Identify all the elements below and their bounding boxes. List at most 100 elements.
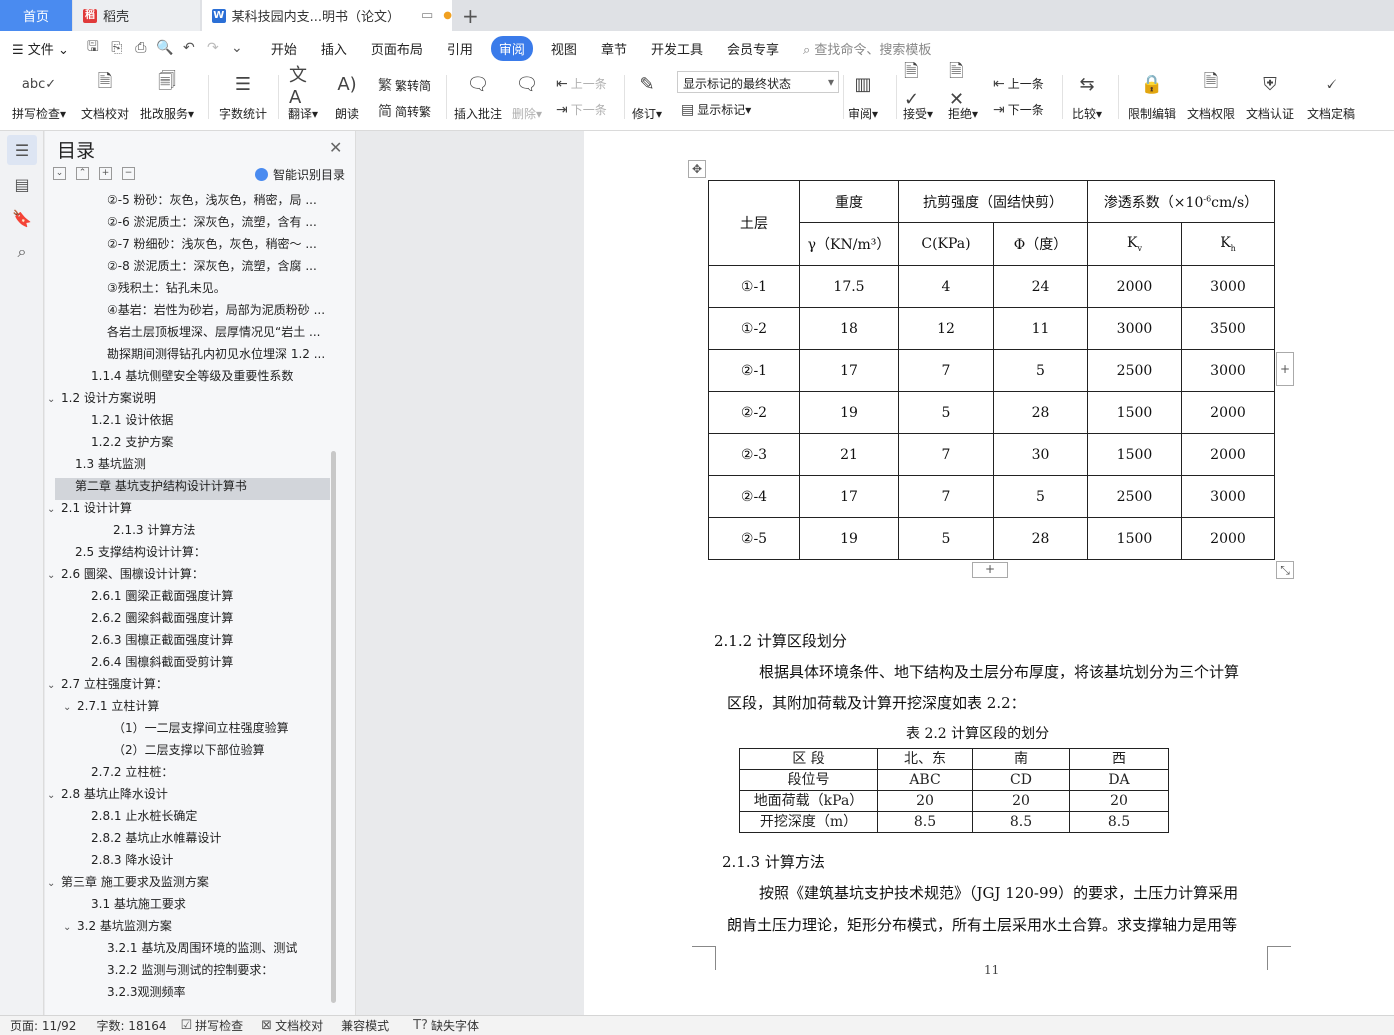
remove-level-icon[interactable]: − [122, 167, 135, 180]
translate-button[interactable]: 文A 翻译▾ [288, 65, 318, 122]
toc-item[interactable]: （1）一二层支撑间立柱强度验算 [113, 718, 289, 739]
toc-item[interactable]: 3.2.3观测频率 [107, 982, 186, 1003]
command-search[interactable]: ⌕ 查找命令、搜索模板 [803, 39, 931, 58]
close-icon[interactable]: ✕ [329, 138, 342, 157]
table-cell[interactable]: 2500 [1087, 349, 1182, 392]
compare-button[interactable]: ⇆ 比较▾ [1072, 69, 1102, 122]
table-cell[interactable]: ABC [877, 769, 973, 791]
doc-rights-button[interactable]: 🗎 文档权限 [1187, 69, 1235, 122]
toc-item[interactable]: 2.5 支撑结构设计计算： [75, 542, 206, 563]
toc-item[interactable]: ④基岩：岩性为砂岩，局部为泥质粉砂 ... [107, 300, 325, 321]
table-cell[interactable]: 南 [972, 748, 1070, 770]
toc-item[interactable]: 第二章 基坑支护结构设计计算书 [75, 476, 247, 497]
chevron-down-icon[interactable]: ⌄ [47, 785, 61, 805]
page-indicator[interactable]: 页面: 11/92 [10, 1017, 76, 1034]
undo-icon[interactable]: ↶ [177, 40, 201, 56]
toc-item[interactable]: 2.8.2 基坑止水帷幕设计 [91, 828, 221, 849]
table-cell[interactable]: 5 [993, 349, 1088, 392]
new-tab-button[interactable]: + [462, 4, 479, 28]
chevron-down-icon[interactable]: ⌄ [63, 697, 77, 717]
next-change-button[interactable]: ⇥ 下一条 [993, 101, 1044, 118]
toc-item[interactable]: ⌄ 2.1 设计计算 [47, 498, 132, 519]
toc-item[interactable]: ⌄ 2.6 圜梁、围檩设计计算： [47, 564, 204, 585]
table-cell[interactable]: 11 [993, 307, 1088, 350]
table-cell[interactable]: 3000 [1181, 475, 1275, 518]
table-cell[interactable]: 北、东 [877, 748, 973, 770]
table-cell[interactable]: 20 [972, 790, 1070, 812]
table-cell[interactable]: 3000 [1087, 307, 1182, 350]
tab-document[interactable]: W 某科技园内支...明书（论文） ▭ ● [202, 0, 452, 31]
table-cell[interactable]: 1500 [1087, 391, 1182, 434]
menu-insert[interactable]: 插入 [309, 39, 359, 58]
table-cell[interactable]: 24 [993, 265, 1088, 308]
table-cell[interactable]: ②-1 [708, 349, 800, 392]
table-cell[interactable]: 5 [898, 517, 994, 560]
toc-item[interactable]: 各岩土层顶板埋深、层厚情况见“岩土 ... [107, 322, 320, 343]
toc-item[interactable]: ⌄ 第三章 施工要求及监测方案 [47, 872, 209, 893]
toc-item[interactable]: ②-6 淤泥质土：深灰色，流塑，含有 ... [107, 212, 317, 233]
table-cell[interactable]: 30 [993, 433, 1088, 476]
table-cell[interactable]: 西 [1069, 748, 1169, 770]
table-cell[interactable]: 19 [799, 391, 899, 434]
menu-view[interactable]: 视图 [539, 39, 589, 58]
table-cell[interactable]: 2000 [1181, 391, 1275, 434]
toc-item[interactable]: 1.1.4 基坑侧壁安全等级及重要性系数 [91, 366, 293, 387]
review-pane-button[interactable]: ▥ 审阅▾ [848, 69, 878, 122]
table-cell[interactable]: ②-5 [708, 517, 800, 560]
accept-button[interactable]: 🗎✓ 接受▾ [903, 61, 933, 122]
table-cell[interactable]: 2000 [1181, 433, 1275, 476]
table-cell[interactable]: 8.5 [972, 811, 1070, 833]
save-icon[interactable]: 🖫 [81, 36, 105, 60]
menu-review[interactable]: 审阅 [490, 35, 533, 61]
toc-item[interactable]: 3.2.1 基坑及周围环境的监测、测试 [107, 938, 297, 959]
table-cell[interactable]: 1500 [1087, 517, 1182, 560]
table-cell[interactable]: 段位号 [739, 769, 878, 791]
missing-font-button[interactable]: T? 缺失字体 [413, 1017, 479, 1034]
chevron-down-icon[interactable]: ⌄ [47, 499, 61, 519]
simp-to-trad-button[interactable]: 简简转繁 [378, 101, 431, 121]
toc-item[interactable]: ③残积土：钻孔未见。 [107, 278, 226, 299]
table-cell[interactable]: 地面荷载（kPa） [739, 790, 878, 812]
table-cell[interactable]: 17.5 [799, 265, 899, 308]
toc-item[interactable]: （2）二层支撑以下部位验算 [113, 740, 265, 761]
revise-button[interactable]: ✎ 修订▾ [632, 69, 662, 122]
bookmark-icon[interactable]: 🔖 [7, 203, 37, 233]
menu-references[interactable]: 引用 [435, 39, 485, 58]
print-icon[interactable]: ⎙ [129, 40, 153, 56]
resize-table-icon[interactable]: ⤡ [1276, 561, 1294, 579]
table-cell[interactable]: CD [972, 769, 1070, 791]
status-doc-proof[interactable]: ⊠ 文档校对 [261, 1017, 323, 1034]
toc-item[interactable]: 2.8.1 止水桩长确定 [91, 806, 197, 827]
table-cell[interactable]: 2000 [1181, 517, 1275, 560]
toc-scrollbar[interactable] [331, 451, 336, 1003]
chevron-down-icon[interactable]: ⌄ [63, 917, 77, 937]
table-cell[interactable]: ①-1 [708, 265, 800, 308]
table-cell[interactable]: 7 [898, 433, 994, 476]
menu-member[interactable]: 会员专享 [715, 39, 791, 58]
reject-button[interactable]: 🗎✕ 拒绝▾ [948, 61, 978, 122]
toc-item[interactable]: ⌄ 1.2 设计方案说明 [47, 388, 156, 409]
table-cell[interactable]: 8.5 [877, 811, 973, 833]
toc-item[interactable]: 1.2.1 设计依据 [91, 410, 173, 431]
table-cell[interactable]: 20 [877, 790, 973, 812]
show-marks-button[interactable]: ▤ 显示标记 ▾ [681, 101, 751, 118]
table-cell[interactable]: 8.5 [1069, 811, 1169, 833]
chevron-down-icon[interactable]: ⌄ [47, 565, 61, 585]
restrict-edit-button[interactable]: 🔒 限制编辑 [1128, 69, 1176, 122]
insert-comment-button[interactable]: 🗨 插入批注 [454, 69, 502, 122]
section-nav-icon[interactable]: ▤ [7, 169, 37, 199]
add-level-icon[interactable]: + [99, 167, 112, 180]
table-cell[interactable]: 2500 [1087, 475, 1182, 518]
toc-item[interactable]: ②-5 粉砂：灰色，浅灰色，稍密，局 ... [107, 190, 317, 211]
doc-auth-button[interactable]: ⛨ 文档认证 [1246, 69, 1294, 122]
toc-item[interactable]: ②-7 粉细砂：浅灰色，灰色，稍密～ ... [107, 234, 317, 255]
menu-start[interactable]: 开始 [259, 39, 309, 58]
next-comment-button[interactable]: ⇥ 下一条 [556, 101, 607, 118]
toc-item[interactable]: 2.6.3 围檩正截面强度计算 [91, 630, 233, 651]
table-cell[interactable]: 5 [993, 475, 1088, 518]
chevron-down-icon[interactable]: ⌄ [47, 389, 61, 409]
table-cell[interactable]: DA [1069, 769, 1169, 791]
table-cell[interactable]: 17 [799, 349, 899, 392]
table-cell[interactable]: ②-2 [708, 391, 800, 434]
prev-comment-button[interactable]: ⇤ 上一条 [556, 75, 607, 92]
